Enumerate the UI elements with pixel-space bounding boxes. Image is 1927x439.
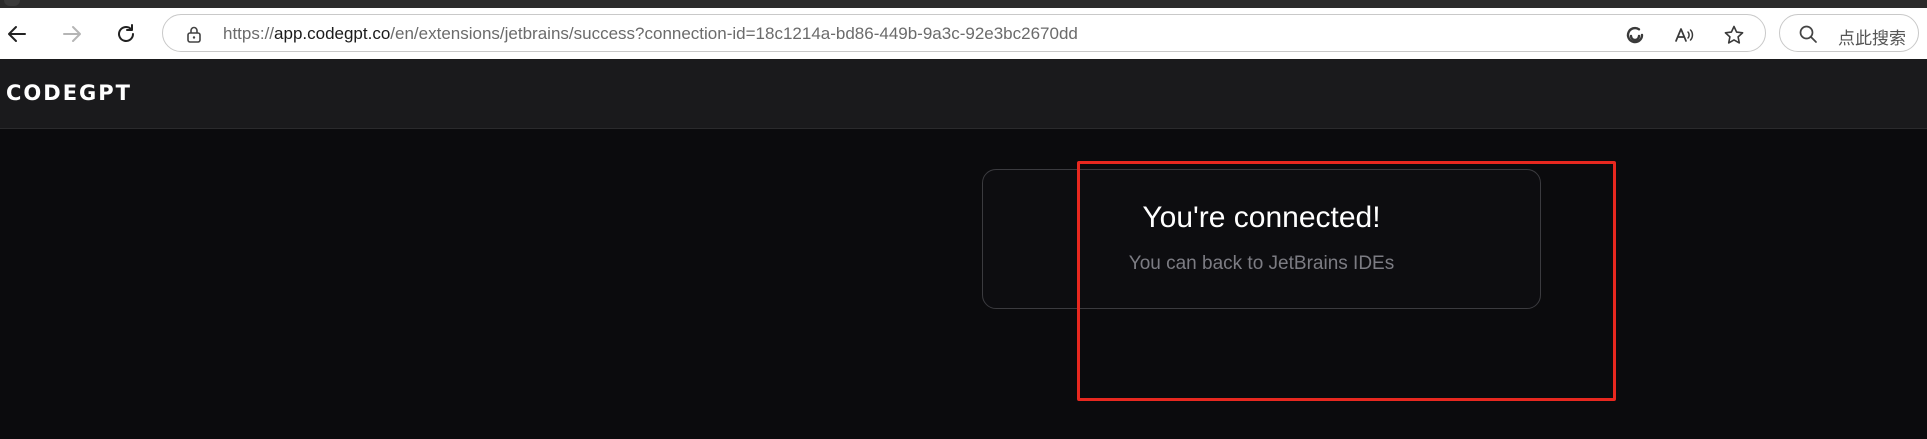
address-bar[interactable]: https://app.codegpt.co/en/extensions/jet… xyxy=(162,14,1766,52)
app-header: CODEGPT xyxy=(0,59,1927,129)
lock-icon[interactable] xyxy=(185,25,203,43)
browser-toolbar: https://app.codegpt.co/en/extensions/jet… xyxy=(0,8,1927,60)
edge-refresh-icon[interactable] xyxy=(1624,24,1646,46)
search-box[interactable]: 点此搜索 xyxy=(1779,14,1919,52)
read-aloud-icon[interactable] xyxy=(1673,24,1695,46)
url-scheme: https:// xyxy=(223,24,275,43)
url-path: /en/extensions/jetbrains/success?connect… xyxy=(390,24,1078,43)
highlight-box xyxy=(1077,161,1616,401)
forward-icon[interactable] xyxy=(58,20,86,48)
codegpt-logo[interactable]: CODEGPT xyxy=(6,81,132,105)
url-host: app.codegpt.co xyxy=(274,24,391,43)
search-placeholder: 点此搜索 xyxy=(1838,29,1906,49)
main-content xyxy=(0,129,1927,439)
refresh-icon[interactable] xyxy=(112,20,140,48)
search-icon xyxy=(1798,24,1818,44)
back-icon[interactable] xyxy=(3,20,31,48)
favorite-star-icon[interactable] xyxy=(1723,24,1745,46)
url-text[interactable]: https://app.codegpt.co/en/extensions/jet… xyxy=(223,24,1078,44)
tab-edge xyxy=(4,0,20,6)
tab-strip xyxy=(0,0,1927,8)
